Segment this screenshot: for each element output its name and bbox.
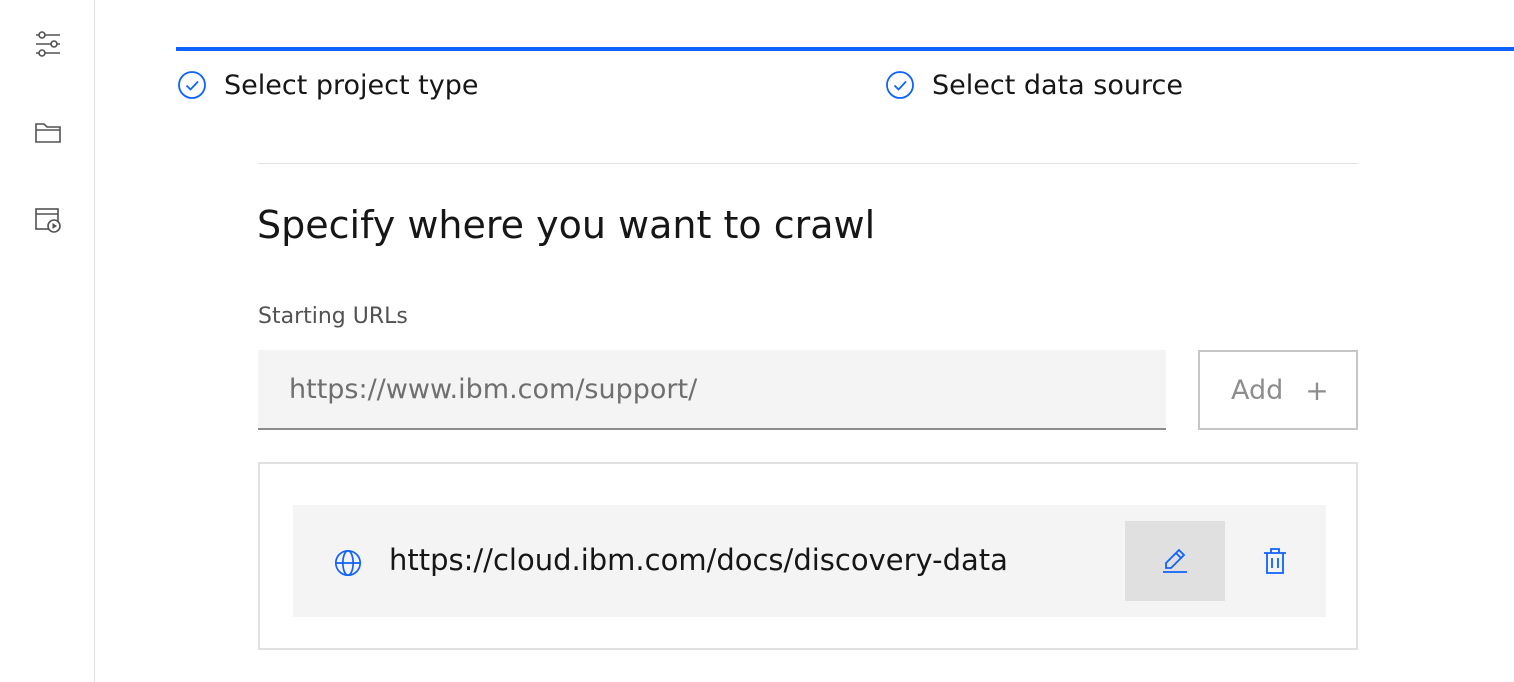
deploy-icon <box>35 208 61 233</box>
url-list: https://cloud.ibm.com/docs/discovery-dat… <box>258 462 1358 650</box>
add-icon: + <box>1305 373 1329 407</box>
delete-url-button[interactable] <box>1235 521 1315 601</box>
left-sidebar <box>0 0 95 682</box>
list-item: https://cloud.ibm.com/docs/discovery-dat… <box>293 505 1326 617</box>
url-value: https://cloud.ibm.com/docs/discovery-dat… <box>389 543 1008 577</box>
starting-urls-label: Starting URLs <box>258 304 408 329</box>
progress-bar <box>176 47 1514 51</box>
starting-url-input[interactable] <box>258 350 1166 430</box>
step-select-data-source[interactable]: Select data source <box>884 68 1183 102</box>
step-label: Select data source <box>932 69 1183 101</box>
page-title: Specify where you want to crawl <box>257 203 876 247</box>
step-select-project-type[interactable]: Select project type <box>176 68 478 102</box>
edit-icon <box>1163 548 1187 573</box>
trash-can-icon <box>1264 548 1286 574</box>
add-url-button[interactable]: Add + <box>1198 350 1358 430</box>
checkmark-outline-icon <box>886 71 914 99</box>
add-button-label: Add <box>1231 374 1284 406</box>
sidebar-item-deploy[interactable] <box>27 199 69 241</box>
settings-adjust-icon <box>36 31 60 57</box>
edit-url-button[interactable] <box>1125 521 1225 601</box>
sidebar-item-projects[interactable] <box>27 111 69 153</box>
checkmark-outline-icon <box>178 71 206 99</box>
folder-icon <box>35 123 61 143</box>
step-label: Select project type <box>224 69 479 101</box>
section-divider <box>258 163 1358 164</box>
sidebar-item-settings[interactable] <box>27 23 69 65</box>
globe-icon <box>334 549 362 577</box>
